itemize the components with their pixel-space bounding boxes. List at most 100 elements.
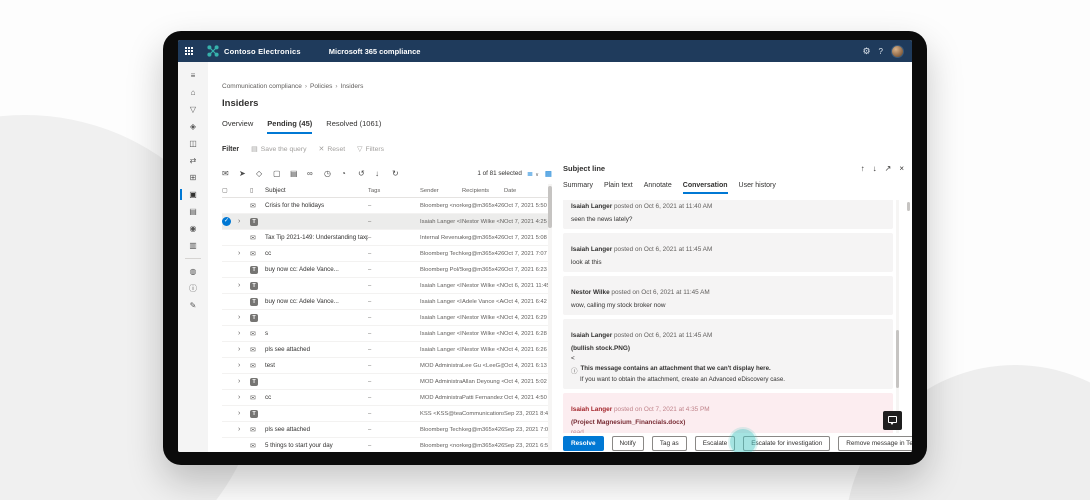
tag-icon[interactable]: ◇ (256, 169, 273, 178)
row-subject[interactable]: pls see attached (265, 346, 368, 353)
send-notice-icon[interactable]: ➤ (239, 169, 256, 178)
sidebar-item-communication-compliance[interactable]: ▣ (178, 186, 208, 203)
table-row[interactable]: ›✉ s– Isaiah Langer <Isai...Nestor Wilke <… (222, 326, 552, 342)
table-row[interactable]: Tbuy now cc: Adele Vance... – Isaiah Lange… (222, 294, 552, 310)
table-row[interactable]: ✓ ›T – Isaiah Langer <Isai...Nestor Wilke <… (222, 214, 552, 230)
row-expand-chevron[interactable]: › (238, 282, 250, 289)
table-row[interactable]: ✉ 5 things to start your day – Bloomberg <n… (222, 438, 552, 452)
row-expand-chevron[interactable]: › (238, 250, 250, 257)
row-subject[interactable]: test (265, 362, 368, 369)
row-expand-chevron[interactable]: › (238, 346, 250, 353)
escalate-for-investigation-button[interactable]: Escalate for investigation (743, 436, 831, 451)
sidebar-item-records-management[interactable]: ▥ (178, 237, 208, 254)
table-row[interactable]: ✉ Tax Tip 2021-149: Understanding taxpaye… (222, 230, 552, 246)
feedback-button[interactable] (883, 411, 902, 430)
sidebar-item-ediscovery[interactable]: ▤ (178, 203, 208, 220)
notes-icon[interactable]: ▤ (290, 169, 307, 178)
panel-tab-plain-text[interactable]: Plain text (604, 182, 633, 194)
tag-as-button[interactable]: Tag as (651, 436, 687, 451)
assign-icon[interactable]: ◔ (341, 169, 358, 178)
table-scrollbar[interactable] (548, 184, 552, 450)
row-subject[interactable]: pls see attached (265, 426, 368, 433)
app-launcher-button[interactable] (178, 40, 200, 62)
panel-tab-conversation[interactable]: Conversation (682, 182, 728, 194)
sidebar-item-data-classification[interactable]: ◫ (178, 135, 208, 152)
conversation-scrollbar[interactable] (896, 200, 899, 433)
notify-button[interactable]: Notify (611, 436, 644, 451)
column-header-date[interactable]: Date (504, 188, 552, 194)
gear-icon[interactable]: ⚙ (862, 46, 870, 57)
panel-scrollbar-thumb[interactable] (907, 202, 910, 211)
row-expand-chevron[interactable]: › (238, 410, 250, 417)
sidebar-item-settings[interactable]: ◍ (178, 263, 208, 280)
sidebar-item-info[interactable]: ⓘ (178, 280, 208, 297)
row-subject[interactable]: Crisis for the holidays (265, 202, 368, 209)
filter-action-filters[interactable]: ▽ Filters (357, 145, 384, 154)
conversation-scrollbar-thumb[interactable] (896, 330, 899, 388)
breadcrumb-item[interactable]: Communication compliance (222, 83, 302, 90)
row-subject[interactable]: cc (265, 394, 368, 401)
previous-item-icon[interactable]: ↑ (861, 164, 865, 173)
refresh-icon[interactable]: ↻ (392, 169, 409, 178)
panel-tab-summary[interactable]: Summary (563, 182, 593, 194)
sidebar-item-compliance-manager[interactable]: ▽ (178, 101, 208, 118)
sidebar-item-catalog[interactable]: ⊞ (178, 169, 208, 186)
create-case-icon[interactable]: ▢ (273, 169, 290, 178)
row-subject[interactable]: cc (265, 250, 368, 257)
escalate-button[interactable]: Escalate (694, 436, 736, 451)
row-subject[interactable]: buy now cc: Adele Vance... (265, 266, 368, 273)
expand-icon[interactable]: ↗ (885, 164, 892, 173)
row-expand-chevron[interactable]: › (238, 378, 250, 385)
table-row[interactable]: ›T – MOD Administrato...Allan Deyoung <Al.… (222, 374, 552, 390)
tab-overview[interactable]: Overview (222, 119, 253, 134)
table-row[interactable]: ›✉ pls see attached– Isaiah Langer <Isai..… (222, 342, 552, 358)
edit-columns-icon[interactable]: ▦ (545, 169, 552, 178)
next-item-icon[interactable]: ↓ (873, 164, 877, 173)
table-row[interactable]: ›✉ cc– MOD Administrato...Patti Fernandez … (222, 390, 552, 406)
row-expand-chevron[interactable]: › (238, 314, 250, 321)
download-icon[interactable]: ↓ (375, 169, 392, 178)
row-subject[interactable]: s (265, 330, 368, 337)
filter-action-save-the-query[interactable]: ▤ Save the query (251, 145, 306, 154)
tab-resolved[interactable]: Resolved (1061) (326, 119, 381, 134)
sidebar-item-home[interactable]: ⌂ (178, 84, 208, 101)
resolve-icon[interactable]: ✉ (222, 169, 239, 178)
link-icon[interactable]: ∞ (307, 169, 324, 178)
row-subject[interactable]: Tax Tip 2021-149: Understanding taxpayer… (265, 234, 368, 241)
row-subject[interactable]: buy now cc: Adele Vance... (265, 298, 368, 305)
sidebar-item-customize[interactable]: ✎ (178, 297, 208, 314)
view-selector[interactable]: ≣ ∨ (527, 169, 539, 178)
row-subject[interactable]: 5 things to start your day (265, 442, 368, 449)
sidebar-item-people[interactable]: ◉ (178, 220, 208, 237)
breadcrumb-item[interactable]: Insiders (341, 83, 364, 90)
avatar[interactable] (891, 44, 904, 58)
breadcrumb-item[interactable]: Policies (310, 83, 332, 90)
table-row[interactable]: ›T – Isaiah Langer <Isai...Nestor Wilke <N… (222, 310, 552, 326)
sidebar-item-menu[interactable]: ≡ (178, 67, 208, 84)
row-expand-chevron[interactable]: › (238, 362, 250, 369)
remove-message-in-teams-button[interactable]: Remove message in Teams (838, 436, 912, 451)
history-icon[interactable]: ↺ (358, 169, 375, 178)
table-row[interactable]: ›✉ pls see attached– Bloomberg Technol...k… (222, 422, 552, 438)
resolve-button[interactable]: Resolve (563, 436, 604, 451)
panel-tab-annotate[interactable]: Annotate (644, 182, 672, 194)
table-row[interactable]: ›T – Isaiah Langer <Isai...Nestor Wilke <N… (222, 278, 552, 294)
select-all-checkbox[interactable]: ▢ (222, 188, 238, 194)
table-row[interactable]: ›✉ cc– Bloomberg Technol...keg@m365x42686.… (222, 246, 552, 262)
column-header-sender[interactable]: Sender (420, 188, 462, 194)
table-row[interactable]: ✉ Crisis for the holidays– Bloomberg <nore… (222, 198, 552, 214)
table-scrollbar-thumb[interactable] (548, 186, 552, 228)
pending-icon[interactable]: ◷ (324, 169, 341, 178)
filter-action-reset[interactable]: ✕ Reset (318, 145, 345, 154)
column-header-subject[interactable]: Subject (265, 187, 368, 194)
tab-pending[interactable]: Pending (45) (267, 119, 313, 134)
row-checkbox-cell[interactable]: ✓ (222, 217, 238, 226)
row-expand-chevron[interactable]: › (238, 218, 250, 225)
help-icon[interactable]: ? (879, 47, 883, 56)
table-row[interactable]: ›✉ test– MOD Administrato...Lee Gu <LeeG@M… (222, 358, 552, 374)
row-expand-chevron[interactable]: › (238, 330, 250, 337)
sidebar-item-data-connectors[interactable]: ⇄ (178, 152, 208, 169)
close-icon[interactable]: × (899, 164, 904, 173)
panel-tab-user-history[interactable]: User history (739, 182, 776, 194)
table-row[interactable]: ›T – KSS <KSS@teams...Communications <...S… (222, 406, 552, 422)
